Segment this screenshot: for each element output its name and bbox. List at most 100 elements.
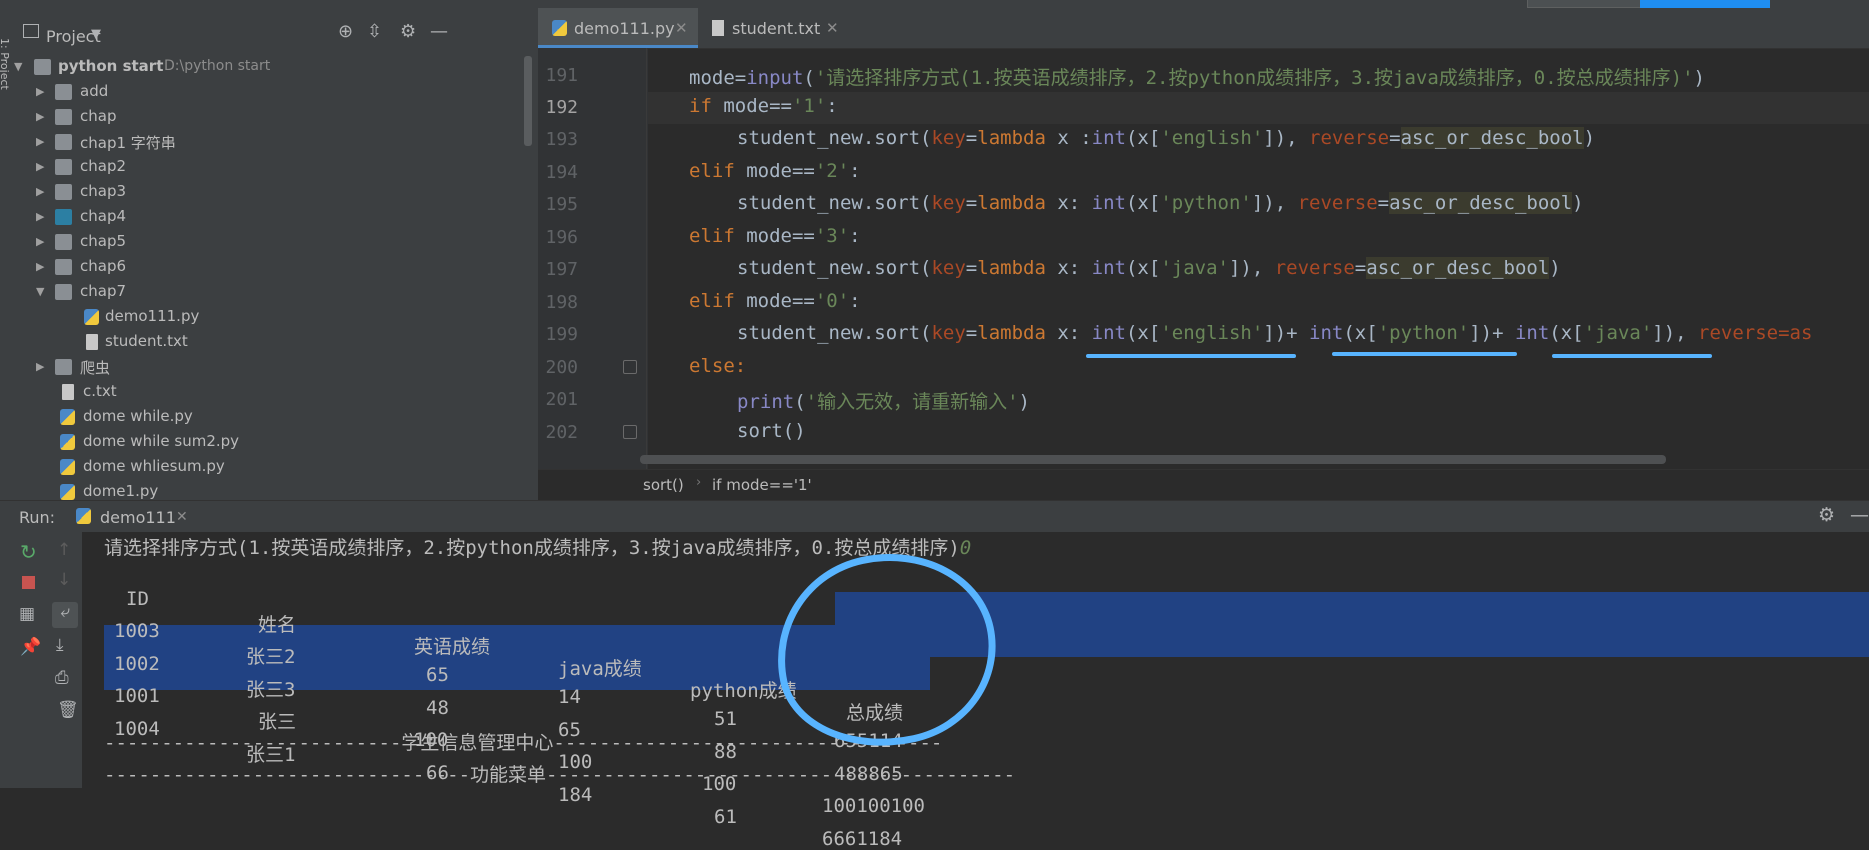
tree-item-label: chap	[80, 107, 117, 125]
code-line-196[interactable]: elif mode=='3':	[689, 225, 861, 247]
fold-marker-icon[interactable]	[623, 425, 637, 439]
code-token: ])+	[1263, 322, 1310, 344]
code-token: '2'	[814, 160, 850, 182]
run-configuration-highlight[interactable]	[1640, 0, 1770, 8]
code-token: =	[1377, 192, 1390, 214]
code-token: =	[965, 192, 978, 214]
collapse-all-icon[interactable]: ⇳	[367, 21, 382, 42]
tree-item-label: demo111.py	[105, 307, 200, 325]
code-line-193[interactable]: student_new.sort(key=lambda x :int(x['en…	[737, 127, 1595, 149]
collapsed-arrow-icon[interactable]: ▶	[36, 260, 44, 273]
tree-item-dome-whliesum-py[interactable]: dome whliesum.py	[12, 456, 522, 481]
code-token: elif	[689, 225, 735, 247]
code-line-199[interactable]: student_new.sort(key=lambda x: int(x['en…	[737, 322, 1865, 344]
collapsed-arrow-icon[interactable]: ▶	[36, 185, 44, 198]
close-icon[interactable]: ✕	[826, 19, 839, 37]
tree-item-add[interactable]: ▶ add	[12, 81, 522, 106]
code-token: =	[1389, 127, 1401, 149]
code-token: x :	[1045, 127, 1092, 149]
tree-item-chap7[interactable]: ▼ chap7	[12, 281, 522, 306]
tree-item-chap4[interactable]: ▶ chap4	[12, 206, 522, 231]
arrow-up-icon[interactable]: ↑	[57, 540, 71, 560]
chevron-down-icon[interactable]: ▼	[91, 27, 101, 42]
code-line-201[interactable]: print('输入无效，请重新输入')	[737, 387, 1030, 414]
code-token: ]),	[1251, 192, 1298, 214]
code-token: =	[1354, 257, 1367, 279]
expanded-arrow-icon[interactable]: ▼	[36, 285, 44, 298]
code-line-198[interactable]: elif mode=='0':	[689, 290, 861, 312]
text-file-icon	[712, 20, 724, 36]
tab-student-txt[interactable]: student.txt ✕	[698, 8, 848, 48]
code-token: =	[965, 127, 978, 149]
project-tool-window-label[interactable]: 1: Project	[0, 38, 11, 90]
python-file-icon	[60, 434, 75, 450]
code-line-192[interactable]: if mode=='1':	[689, 95, 838, 117]
tree-item-dome-while-sum2-py[interactable]: dome while sum2.py	[12, 431, 522, 456]
tree-root[interactable]: ▼ python start D:\python start	[12, 56, 522, 81]
tree-item-chap2[interactable]: ▶ chap2	[12, 156, 522, 181]
tree-item-dome-while-py[interactable]: dome while.py	[12, 406, 522, 431]
text-file-icon	[86, 334, 98, 350]
code-token: input	[746, 67, 804, 89]
project-panel-header: Project ▼ ⊕ ⇳ ⚙ —	[12, 16, 538, 46]
tree-item-demo111-py[interactable]: demo111.py	[12, 306, 522, 331]
code-token: (x[	[1549, 322, 1584, 344]
code-token: reverse=as	[1698, 322, 1813, 344]
collapsed-arrow-icon[interactable]: ▶	[36, 235, 44, 248]
tree-item-c-txt[interactable]: c.txt	[12, 381, 522, 406]
fold-marker-icon[interactable]	[623, 360, 637, 374]
editor-horizontal-scrollbar[interactable]	[640, 455, 1666, 464]
tree-item-label: student.txt	[105, 332, 188, 350]
tree-item-chap6[interactable]: ▶ chap6	[12, 256, 522, 281]
tree-item-chap1[interactable]: ▶ chap1 字符串	[12, 131, 522, 156]
close-icon[interactable]: ✕	[176, 509, 188, 525]
gear-icon[interactable]: ⚙	[400, 21, 416, 42]
collapsed-arrow-icon[interactable]: ▶	[36, 85, 44, 98]
locate-target-icon[interactable]: ⊕	[338, 21, 353, 42]
run-tab-label[interactable]: demo111	[100, 508, 176, 527]
run-configuration-selector[interactable]	[1527, 0, 1641, 8]
code-token: 'java'	[1160, 257, 1229, 279]
hide-panel-icon[interactable]: —	[1850, 504, 1869, 526]
hide-panel-icon[interactable]: —	[430, 21, 448, 42]
tree-item-label: chap1 字符串	[80, 134, 176, 152]
editor-tab-bar: demo111.py ✕ student.txt ✕	[538, 8, 1869, 49]
code-line-194[interactable]: elif mode=='2':	[689, 160, 861, 182]
tree-item-student-txt[interactable]: student.txt	[12, 331, 522, 356]
folder-icon	[55, 109, 72, 125]
code-token: mode=	[689, 67, 747, 89]
code-token: )	[1572, 192, 1584, 214]
collapsed-arrow-icon[interactable]: ▶	[36, 110, 44, 123]
editor-vertical-scrollbar[interactable]	[1855, 48, 1865, 468]
expanded-arrow-icon[interactable]: ▼	[14, 60, 22, 73]
tree-item-label: dome whliesum.py	[83, 457, 225, 475]
code-token: student_new.sort(	[737, 127, 932, 149]
code-line-191[interactable]: mode=input('请选择排序方式(1.按英语成绩排序，2.按python成…	[689, 63, 1705, 90]
collapsed-arrow-icon[interactable]: ▶	[36, 360, 44, 373]
gear-icon[interactable]: ⚙	[1818, 504, 1835, 526]
line-number: 193	[545, 129, 578, 150]
code-line-202[interactable]: sort()	[737, 420, 806, 442]
code-token: key	[931, 322, 966, 344]
code-line-195[interactable]: student_new.sort(key=lambda x: int(x['py…	[737, 192, 1584, 214]
code-line-197[interactable]: student_new.sort(key=lambda x: int(x['ja…	[737, 257, 1561, 279]
collapsed-arrow-icon[interactable]: ▶	[36, 160, 44, 173]
breadcrumb-item[interactable]: sort()	[643, 476, 684, 494]
code-line-200[interactable]: else:	[689, 355, 746, 377]
breadcrumb-item[interactable]: if mode=='1'	[712, 476, 812, 494]
tab-demo111-py[interactable]: demo111.py ✕	[538, 8, 698, 48]
collapsed-arrow-icon[interactable]: ▶	[36, 210, 44, 223]
code-token: student_new.sort(	[737, 257, 932, 279]
console-user-input: 0	[959, 537, 972, 559]
project-scrollbar[interactable]	[524, 56, 532, 146]
collapsed-arrow-icon[interactable]: ▶	[36, 135, 44, 148]
tree-item-chap5[interactable]: ▶ chap5	[12, 231, 522, 256]
tree-item-crawler[interactable]: ▶ 爬虫	[12, 356, 522, 381]
close-icon[interactable]: ✕	[675, 19, 688, 37]
code-token: mode==	[711, 95, 792, 117]
rerun-icon[interactable]: ↻	[20, 540, 37, 564]
code-token: mode==	[734, 290, 815, 312]
tree-item-chap[interactable]: ▶ chap	[12, 106, 522, 131]
code-token: )	[1583, 127, 1596, 149]
tree-item-chap3[interactable]: ▶ chap3	[12, 181, 522, 206]
